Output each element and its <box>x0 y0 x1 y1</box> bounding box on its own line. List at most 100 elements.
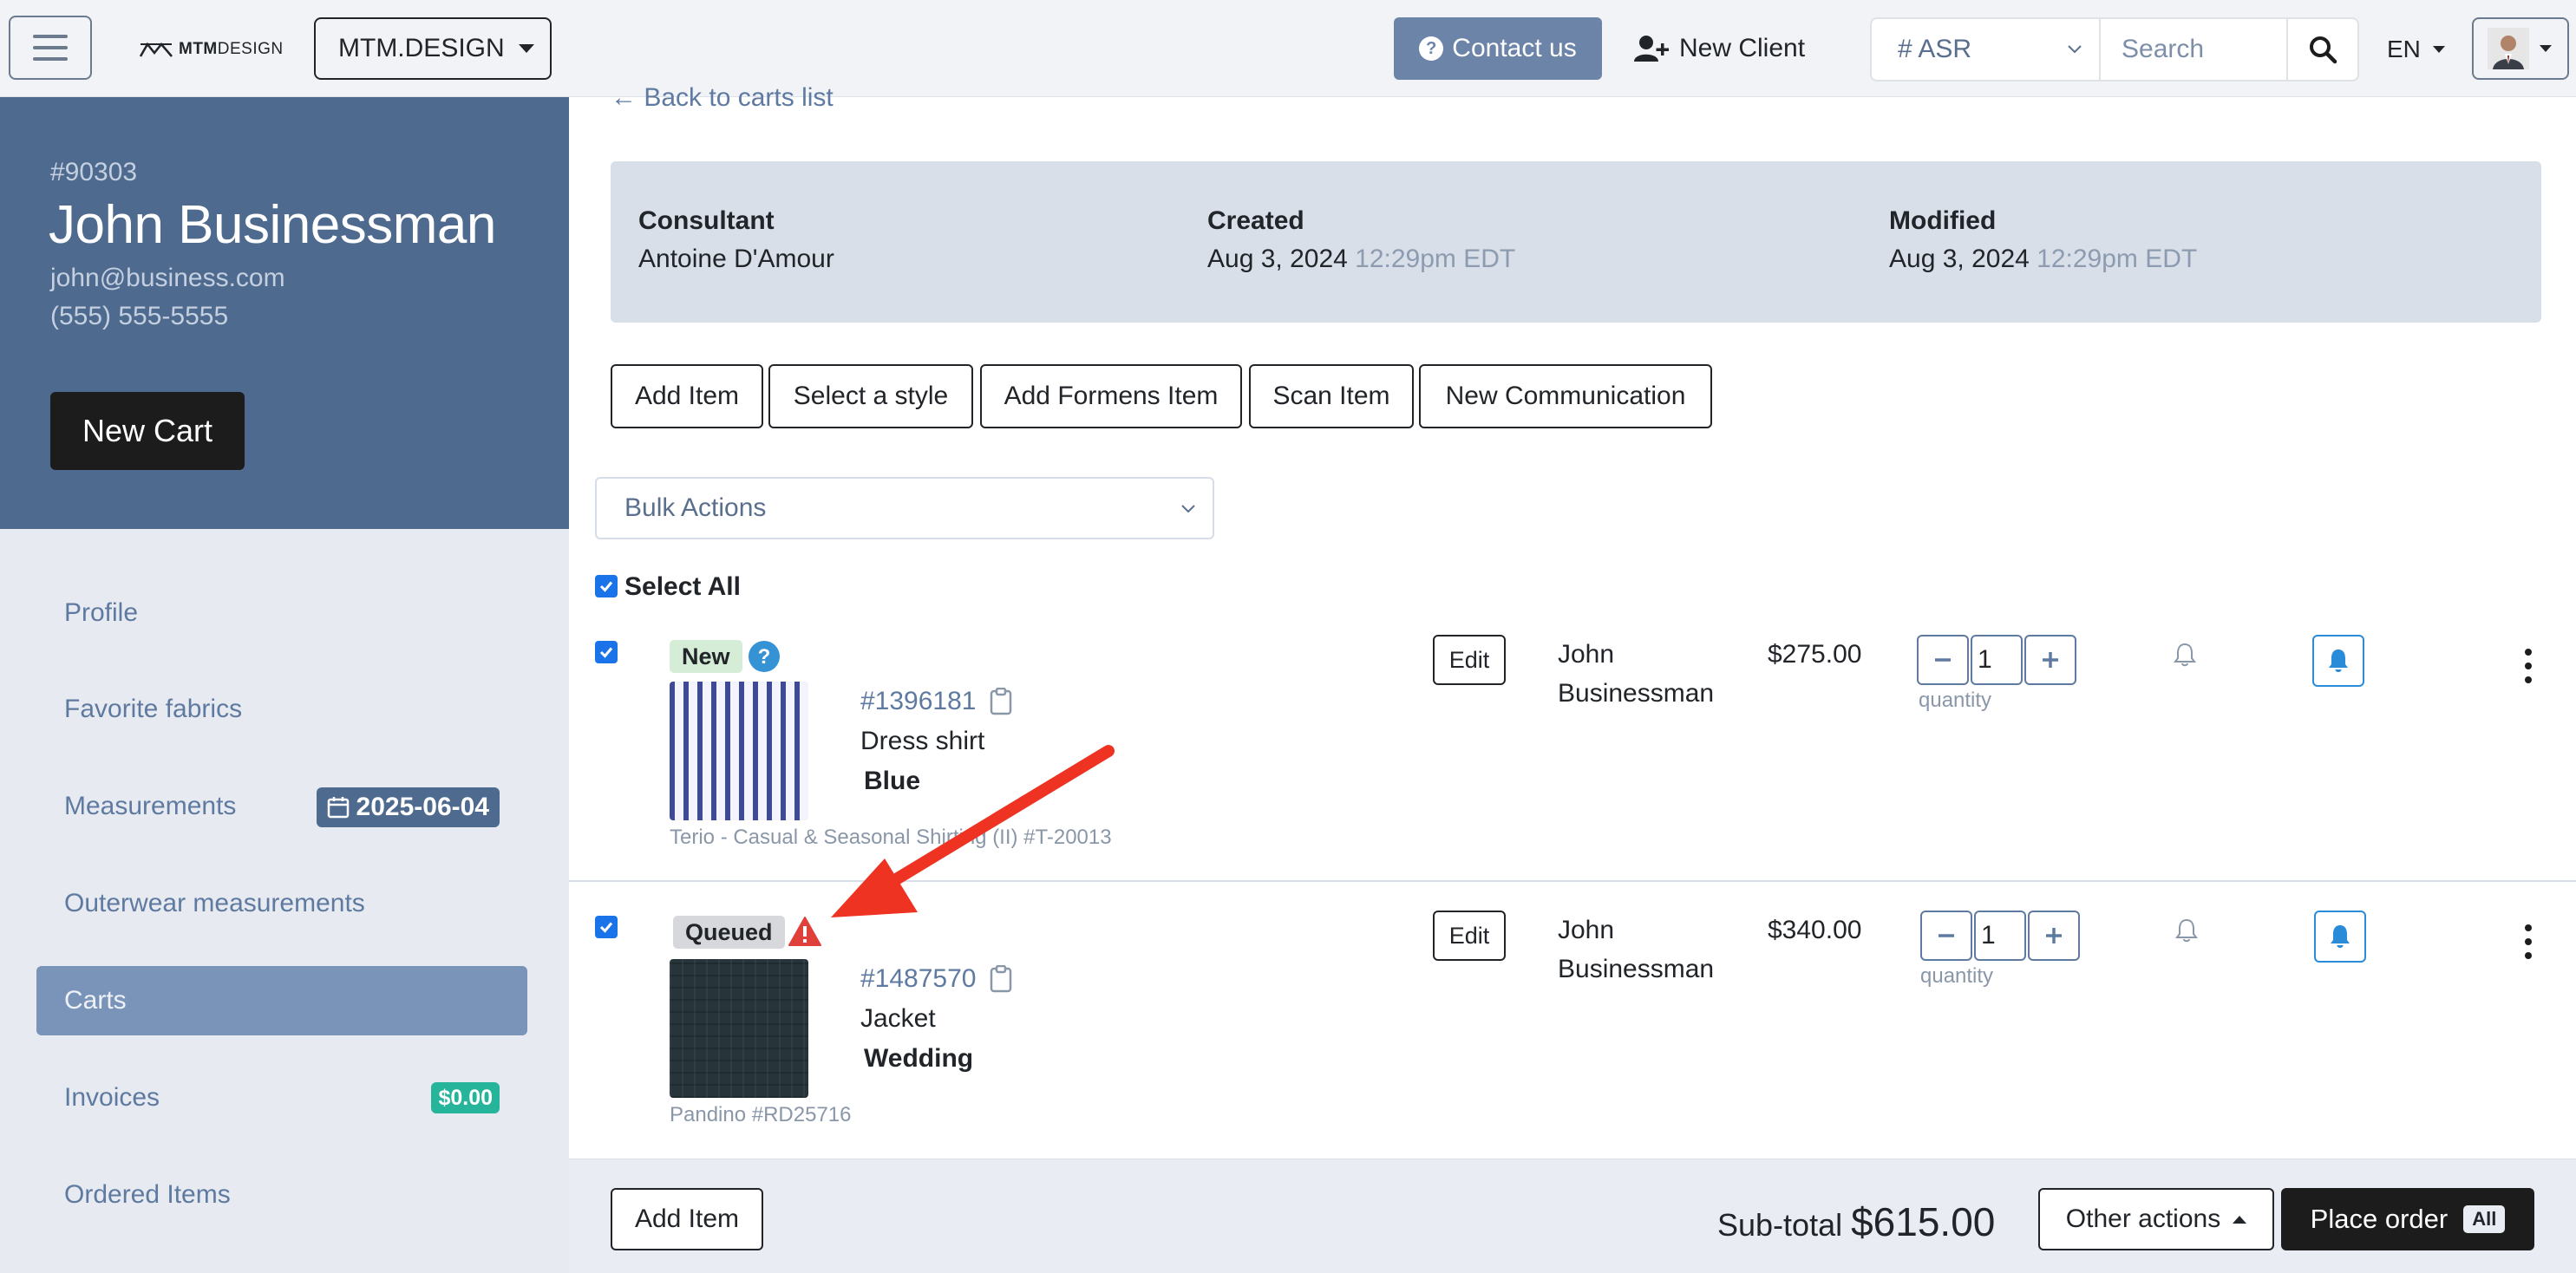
consultant-value: Antoine D'Amour <box>638 245 834 273</box>
new-cart-button[interactable]: New Cart <box>50 392 245 470</box>
bell-outline-icon[interactable] <box>2175 917 2198 943</box>
plus-icon <box>2046 928 2062 943</box>
help-circle-icon[interactable]: ? <box>748 640 781 673</box>
quantity-label: quantity <box>1919 689 1992 712</box>
quantity-input[interactable] <box>1971 635 2023 685</box>
item-number: #1487570 <box>860 964 977 993</box>
cart-footer <box>569 1159 2576 1273</box>
quantity-input[interactable] <box>1974 911 2026 961</box>
created-label: Created <box>1207 206 1304 235</box>
user-menu-button[interactable] <box>2472 17 2569 80</box>
created-value: Aug 3, 2024 12:29pm EDT <box>1207 245 1515 274</box>
client-name: John Businessman <box>49 195 496 255</box>
asr-select[interactable]: # ASR <box>1870 17 2101 82</box>
bell-outline-icon[interactable] <box>2174 642 2196 668</box>
contact-us-label: Contact us <box>1452 34 1577 62</box>
scan-item-button[interactable]: Scan Item <box>1249 364 1414 428</box>
fabric-swatch-image[interactable] <box>670 682 808 820</box>
calendar-icon <box>327 797 349 819</box>
sidebar-item-profile[interactable]: Profile <box>36 578 527 648</box>
invoice-balance-badge: $0.00 <box>431 1082 500 1113</box>
item-more-options-button[interactable] <box>2522 924 2534 959</box>
consultant-label: Consultant <box>638 206 775 235</box>
organization-dropdown[interactable]: MTM.DESIGN <box>314 17 552 80</box>
asr-select-value: # ASR <box>1898 35 1972 63</box>
place-order-badge: All <box>2463 1205 2506 1233</box>
sidebar-menu: Profile Favorite fabrics Measurements 20… <box>0 529 569 1273</box>
edit-item-button[interactable]: Edit <box>1433 635 1506 685</box>
edit-item-button[interactable]: Edit <box>1433 911 1506 961</box>
notification-button[interactable] <box>2314 911 2366 963</box>
add-formens-item-button[interactable]: Add Formens Item <box>980 364 1242 428</box>
client-id: #90303 <box>50 158 138 186</box>
item-price: $340.00 <box>1768 916 1862 944</box>
chevron-down-icon <box>1181 505 1195 513</box>
subtotal: Sub-total $615.00 <box>1717 1198 1995 1245</box>
caret-down-icon <box>518 44 534 53</box>
new-client-button[interactable]: New Client <box>1634 17 1805 80</box>
modified-date: Aug 3, 2024 <box>1889 245 2030 273</box>
sidebar-item-label: Ordered Items <box>64 1180 231 1209</box>
new-client-label: New Client <box>1679 34 1806 62</box>
item-type: Jacket <box>860 1004 936 1033</box>
cart-info-card: Consultant Antoine D'Amour Created Aug 3… <box>611 161 2541 323</box>
caret-up-icon <box>2233 1215 2247 1224</box>
hamburger-icon <box>33 35 68 38</box>
status-badge: New <box>670 640 742 673</box>
client-email: john@business.com <box>50 264 285 292</box>
footer-add-item-button[interactable]: Add Item <box>611 1188 763 1250</box>
sidebar-item-favorite-fabrics[interactable]: Favorite fabrics <box>36 675 527 744</box>
sidebar-item-ordered-items[interactable]: Ordered Items <box>36 1160 527 1230</box>
fabric-swatch-image[interactable] <box>670 959 808 1098</box>
add-item-button[interactable]: Add Item <box>611 364 763 428</box>
quantity-decrement-button[interactable] <box>1917 635 1969 685</box>
subtotal-label: Sub-total <box>1717 1207 1843 1243</box>
brand-logo[interactable]: MTM DESIGN <box>139 38 284 61</box>
quantity-label: quantity <box>1920 964 1994 988</box>
clipboard-icon[interactable] <box>990 965 1012 993</box>
menu-toggle-button[interactable] <box>9 16 92 80</box>
item-more-options-button[interactable] <box>2522 649 2534 683</box>
client-header: #90303 John Businessman john@business.co… <box>0 97 569 529</box>
item-fabric: Pandino #RD25716 <box>670 1103 852 1126</box>
sidebar-item-measurements[interactable]: Measurements 2025-06-04 <box>36 772 527 841</box>
mtm-logo-icon <box>139 42 173 57</box>
place-order-button[interactable]: Place order All <box>2281 1188 2534 1250</box>
quantity-decrement-button[interactable] <box>1920 911 1972 961</box>
item-variant: Blue <box>864 767 921 795</box>
row-divider <box>569 880 2576 882</box>
search-button[interactable] <box>2288 17 2359 82</box>
measurement-date: 2025-06-04 <box>356 793 489 821</box>
modified-label: Modified <box>1889 206 1997 235</box>
sidebar-item-label: Measurements <box>64 792 237 820</box>
quantity-increment-button[interactable] <box>2028 911 2080 961</box>
notification-button[interactable] <box>2312 635 2364 687</box>
item-number: #1396181 <box>860 687 977 715</box>
item-number-link[interactable]: #1487570 <box>860 964 1012 994</box>
select-all-checkbox[interactable] <box>595 575 618 597</box>
item-variant: Wedding <box>864 1044 974 1073</box>
item-client-first: John <box>1558 916 1615 944</box>
language-dropdown[interactable]: EN <box>2387 17 2445 82</box>
contact-us-button[interactable]: ? Contact us <box>1394 17 1602 80</box>
quantity-stepper <box>1917 635 2076 685</box>
sidebar-item-outerwear-measurements[interactable]: Outerwear measurements <box>36 869 527 938</box>
item-client-last: Businessman <box>1558 679 1715 708</box>
search-input[interactable] <box>2101 17 2288 82</box>
item-checkbox[interactable] <box>595 641 618 663</box>
other-actions-dropdown[interactable]: Other actions <box>2038 1188 2274 1250</box>
sidebar-item-carts[interactable]: Carts <box>36 966 527 1035</box>
bulk-actions-select[interactable]: Bulk Actions <box>595 477 1214 539</box>
item-type: Dress shirt <box>860 727 985 755</box>
sidebar-item-invoices[interactable]: Invoices $0.00 <box>36 1063 527 1133</box>
check-icon <box>599 922 613 933</box>
clipboard-icon[interactable] <box>990 688 1012 715</box>
item-number-link[interactable]: #1396181 <box>860 687 1012 716</box>
warning-triangle-icon[interactable] <box>788 916 822 947</box>
item-checkbox[interactable] <box>595 916 618 938</box>
language-label: EN <box>2387 36 2421 62</box>
quantity-increment-button[interactable] <box>2024 635 2076 685</box>
back-to-carts-link[interactable]: ← Back to carts list <box>611 83 834 113</box>
select-style-button[interactable]: Select a style <box>768 364 973 428</box>
new-communication-button[interactable]: New Communication <box>1419 364 1712 428</box>
